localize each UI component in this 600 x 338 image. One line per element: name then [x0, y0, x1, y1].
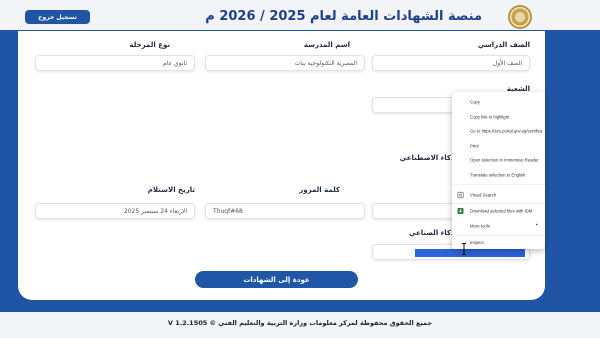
stage-type-value: ثانوي عام	[163, 59, 187, 67]
page-title: منصة الشهادات العامة لعام 2025 / 2026 م	[205, 9, 482, 24]
idm-download-icon	[457, 208, 464, 214]
menu-item-inspect[interactable]: Inspect	[470, 240, 543, 246]
page: تسجيل خروج منصة الشهادات العامة لعام 202…	[0, 0, 600, 338]
stage-type-field[interactable]: ثانوي عام	[35, 55, 195, 71]
menu-item-copy-link-to-highlight[interactable]: Copy link to highlight	[470, 114, 543, 120]
grade-value: الصف الأول	[492, 59, 522, 67]
school-label: اسم المدرسة	[303, 41, 350, 49]
menu-separator	[452, 203, 545, 204]
ai-subject-label: الذكاء الاصطناعي	[399, 154, 460, 162]
menu-item-translate[interactable]: Translate selection to English	[470, 172, 543, 178]
menu-item-visual-search[interactable]: Visual Search	[470, 192, 543, 198]
logout-button[interactable]: تسجيل خروج	[25, 10, 90, 24]
ministry-emblem-icon	[508, 5, 532, 29]
receipt-date-label: تاريخ الاستلام	[147, 186, 195, 194]
menu-item-copy[interactable]: Copy	[470, 99, 543, 105]
menu-item-more-tools[interactable]: More tools	[470, 223, 543, 229]
menu-item-immersive-reader[interactable]: Open selection in Immersive Reader	[470, 157, 543, 163]
password-value: Thuqf#68	[213, 207, 243, 215]
menu-separator	[452, 184, 545, 185]
visual-search-icon	[457, 191, 464, 199]
menu-separator	[452, 235, 545, 236]
footer-copyright: جميع الحقوق محفوظة لمركز معلومات وزارة ا…	[167, 319, 433, 327]
context-menu: Copy Copy link to highlight Go to https:…	[452, 92, 545, 249]
school-value: المصرية التكنولوجية بنات	[294, 59, 357, 67]
text-selection-highlight	[415, 249, 525, 257]
password-label: كلمة المرور	[299, 186, 340, 194]
school-field[interactable]: المصرية التكنولوجية بنات	[205, 55, 365, 71]
back-to-certificates-button[interactable]: عودة إلى الشهادات	[195, 271, 358, 288]
receipt-date-value: الاربعاء 24 سبتمبر 2025	[123, 207, 187, 215]
menu-item-go-to-link[interactable]: Go to https://ses.portal.gov.eg/certific…	[470, 128, 543, 134]
grade-label: الصف الدراسي	[477, 41, 530, 49]
stage-type-label: نوع المرحلة	[129, 41, 170, 49]
receipt-date-field[interactable]: الاربعاء 24 سبتمبر 2025	[35, 203, 195, 219]
text-cursor-icon	[462, 243, 466, 255]
chevron-right-icon: ▸	[536, 222, 539, 227]
password-field[interactable]: Thuqf#68	[205, 203, 365, 219]
menu-item-print[interactable]: Print	[470, 143, 543, 149]
menu-item-download-idm[interactable]: Download selected files with IDM	[470, 208, 543, 214]
grade-field[interactable]: الصف الأول	[372, 55, 530, 71]
